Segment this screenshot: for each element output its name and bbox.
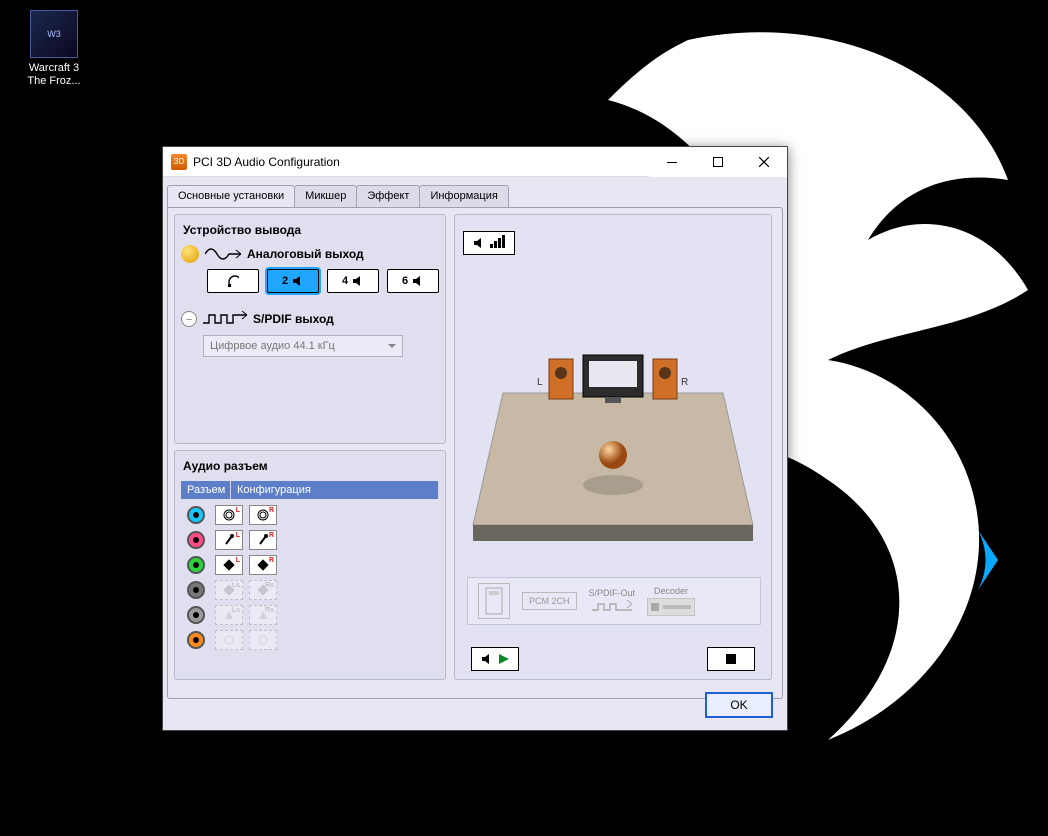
- speaker-mode-4ch[interactable]: 4: [327, 269, 379, 293]
- decoder-label: Decoder: [654, 586, 688, 596]
- jack-grey-cfg-side-rs[interactable]: Rs: [249, 605, 277, 625]
- jack-row-blue: L R: [181, 505, 439, 525]
- jack-orange-cfg-center[interactable]: [215, 630, 243, 650]
- jack-green-cfg-front-l[interactable]: L: [215, 555, 243, 575]
- speaker-mode-6ch-label: 6: [402, 275, 408, 287]
- analog-output-label: Аналоговый выход: [247, 247, 364, 261]
- tab-main[interactable]: Основные установки: [167, 185, 295, 207]
- jack-row-pink: L R: [181, 530, 439, 550]
- window-title: PCI 3D Audio Configuration: [193, 155, 340, 169]
- speaker-icon: [481, 653, 495, 665]
- group-jacks-title: Аудио разъем: [183, 459, 439, 473]
- jack-orange-icon: [187, 631, 205, 649]
- jack-grey-icon: [187, 606, 205, 624]
- tab-effect[interactable]: Эффект: [356, 185, 420, 207]
- jack-row-grey: Ls Rs: [181, 605, 439, 625]
- jacks-col-jack: Разъем: [181, 481, 231, 499]
- group-preview: L R PCM 2CH S/PDIF-Out Decoder: [454, 214, 772, 680]
- group-audio-jacks: Аудио разъем Разъем Конфигурация L R: [174, 450, 446, 680]
- speaker-mode-2ch[interactable]: 2: [267, 269, 319, 293]
- speaker-l-label: L: [537, 377, 543, 388]
- speaker-mode-4ch-label: 4: [342, 275, 348, 287]
- spdif-pcm-label: PCM 2CH: [522, 592, 577, 610]
- group-output-device: Устройство вывода Аналоговый выход 2: [174, 214, 446, 444]
- jack-blue-cfg-linein-l[interactable]: L: [215, 505, 243, 525]
- speaker-small-icon: [352, 275, 364, 287]
- desktop-icon-warcraft3[interactable]: W3 Warcraft 3 The Froz...: [14, 10, 94, 88]
- maximize-icon: [713, 157, 723, 167]
- tab-info[interactable]: Информация: [419, 185, 508, 207]
- group-output-title: Устройство вывода: [183, 223, 439, 237]
- jack-black-cfg-rear-rs[interactable]: Rs: [249, 580, 277, 600]
- room-3d-preview[interactable]: L R: [465, 335, 761, 555]
- titlebar[interactable]: 3D PCI 3D Audio Configuration: [163, 147, 787, 177]
- jacks-col-config: Конфигурация: [231, 481, 439, 499]
- spdif-rate-combo[interactable]: Цифрвое аудио 44.1 кГц: [203, 335, 403, 357]
- tab-mixer[interactable]: Микшер: [294, 185, 357, 207]
- jack-pink-icon: [187, 531, 205, 549]
- jack-row-black: Ls Rs: [181, 580, 439, 600]
- speaker-mode-headphones[interactable]: [207, 269, 259, 293]
- spdif-diagram: PCM 2CH S/PDIF-Out Decoder: [467, 577, 761, 625]
- analog-wave-icon: [205, 246, 241, 262]
- close-button[interactable]: [741, 147, 787, 177]
- jack-green-icon: [187, 556, 205, 574]
- tabstrip: Основные установки Микшер Эффект Информа…: [167, 185, 787, 207]
- game-icon: W3: [30, 10, 78, 58]
- tab-panel-main: Устройство вывода Аналоговый выход 2: [167, 207, 783, 699]
- jack-pink-cfg-mic-r[interactable]: R: [249, 530, 277, 550]
- jack-grey-cfg-side-ls[interactable]: Ls: [215, 605, 243, 625]
- stop-icon: [726, 654, 736, 664]
- jacks-table-header: Разъем Конфигурация: [181, 481, 439, 499]
- headphones-icon: [227, 275, 239, 287]
- spdif-output-label: S/PDIF выход: [253, 312, 334, 326]
- level-bars-icon: [489, 235, 505, 251]
- digital-wave-icon: [592, 600, 632, 614]
- ok-button[interactable]: OK: [705, 692, 773, 718]
- speaker-mode-2ch-label: 2: [282, 275, 288, 287]
- jack-green-cfg-front-r[interactable]: R: [249, 555, 277, 575]
- maximize-button[interactable]: [695, 147, 741, 177]
- audio-config-window: 3D PCI 3D Audio Configuration Основные у…: [162, 146, 788, 731]
- minimize-button[interactable]: [649, 147, 695, 177]
- jack-black-icon: [187, 581, 205, 599]
- jack-black-cfg-rear-ls[interactable]: Ls: [215, 580, 243, 600]
- speaker-r-label: R: [681, 377, 688, 388]
- digital-wave-icon: [203, 311, 247, 327]
- speaker-small-icon: [292, 275, 304, 287]
- jack-row-green: L R: [181, 555, 439, 575]
- app-icon: 3D: [171, 154, 187, 170]
- play-test-button[interactable]: [471, 647, 519, 671]
- spdif-rate-value: Цифрвое аудио 44.1 кГц: [210, 340, 335, 352]
- jack-row-orange: [181, 630, 439, 650]
- jack-blue-cfg-linein-r[interactable]: R: [249, 505, 277, 525]
- spdif-out-label: S/PDIF-Out: [589, 588, 636, 598]
- jack-blue-icon: [187, 506, 205, 524]
- speaker-icon: [473, 237, 487, 249]
- jack-pink-cfg-mic-l[interactable]: L: [215, 530, 243, 550]
- spdif-toggle-icon[interactable]: –: [181, 311, 197, 327]
- volume-level-button[interactable]: [463, 231, 515, 255]
- play-icon: [499, 654, 509, 664]
- speaker-mode-6ch[interactable]: 6: [387, 269, 439, 293]
- spdif-pc-icon: [478, 583, 510, 619]
- close-icon: [759, 157, 769, 167]
- decoder-icon: [647, 598, 695, 616]
- speaker-small-icon: [412, 275, 424, 287]
- stop-test-button[interactable]: [707, 647, 755, 671]
- jack-orange-cfg-sub[interactable]: [249, 630, 277, 650]
- minimize-icon: [667, 157, 677, 167]
- speaker-icon: [181, 245, 199, 263]
- desktop-icon-label: Warcraft 3 The Froz...: [14, 62, 94, 88]
